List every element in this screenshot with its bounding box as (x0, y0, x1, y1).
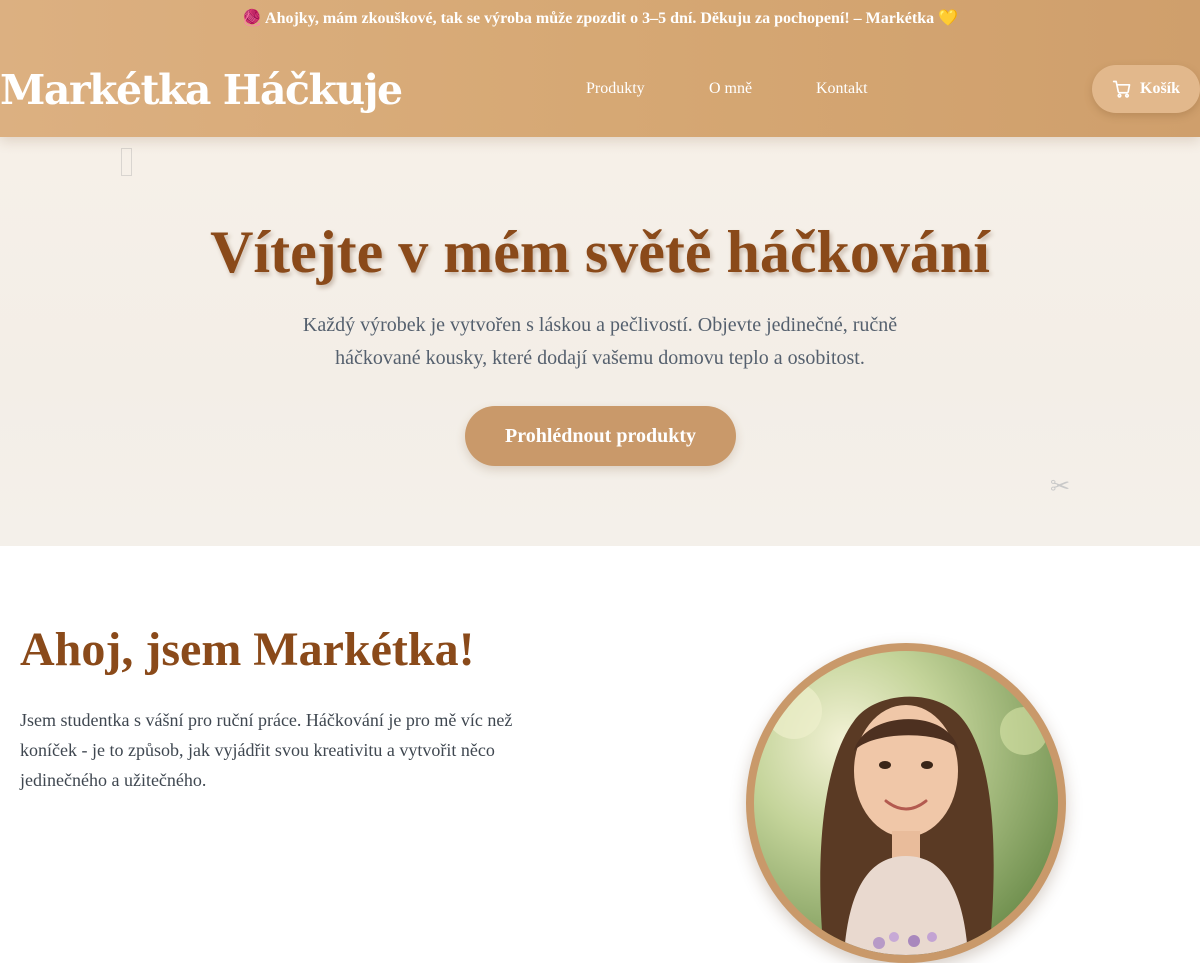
site-header: 🧶 Ahojky, mám zkouškové, tak se výroba m… (0, 0, 1200, 137)
cart-label: Košík (1140, 80, 1181, 97)
hero-text: Každý výrobek je vytvořen s láskou a peč… (302, 314, 898, 369)
about-title: Ahoj, jsem Markétka! (20, 623, 475, 676)
cart-button[interactable]: Košík (1092, 65, 1200, 113)
portrait-photo (746, 643, 1066, 963)
nav-link-about[interactable]: O mně (709, 79, 752, 99)
hero-section: ✂ Vítejte v mém světě háčkování Každý vý… (0, 137, 1200, 546)
placeholder-glyph-icon (121, 148, 132, 176)
about-text: Jsem studentka s vášní pro ruční práce. … (20, 710, 513, 790)
nav-link-products[interactable]: Produkty (586, 79, 645, 99)
cart-icon (1112, 80, 1131, 98)
portrait-image (754, 651, 1058, 955)
browse-products-button[interactable]: Prohlédnout produkty (465, 406, 736, 466)
nav-link-contact[interactable]: Kontakt (816, 79, 868, 99)
announcement-bar: 🧶 Ahojky, mám zkouškové, tak se výroba m… (241, 10, 959, 27)
scissors-icon: ✂ (1050, 472, 1071, 500)
site-logo[interactable]: Markétka Háčkuje (0, 62, 403, 118)
hero-title: Vítejte v mém světě háčkování (210, 219, 990, 285)
